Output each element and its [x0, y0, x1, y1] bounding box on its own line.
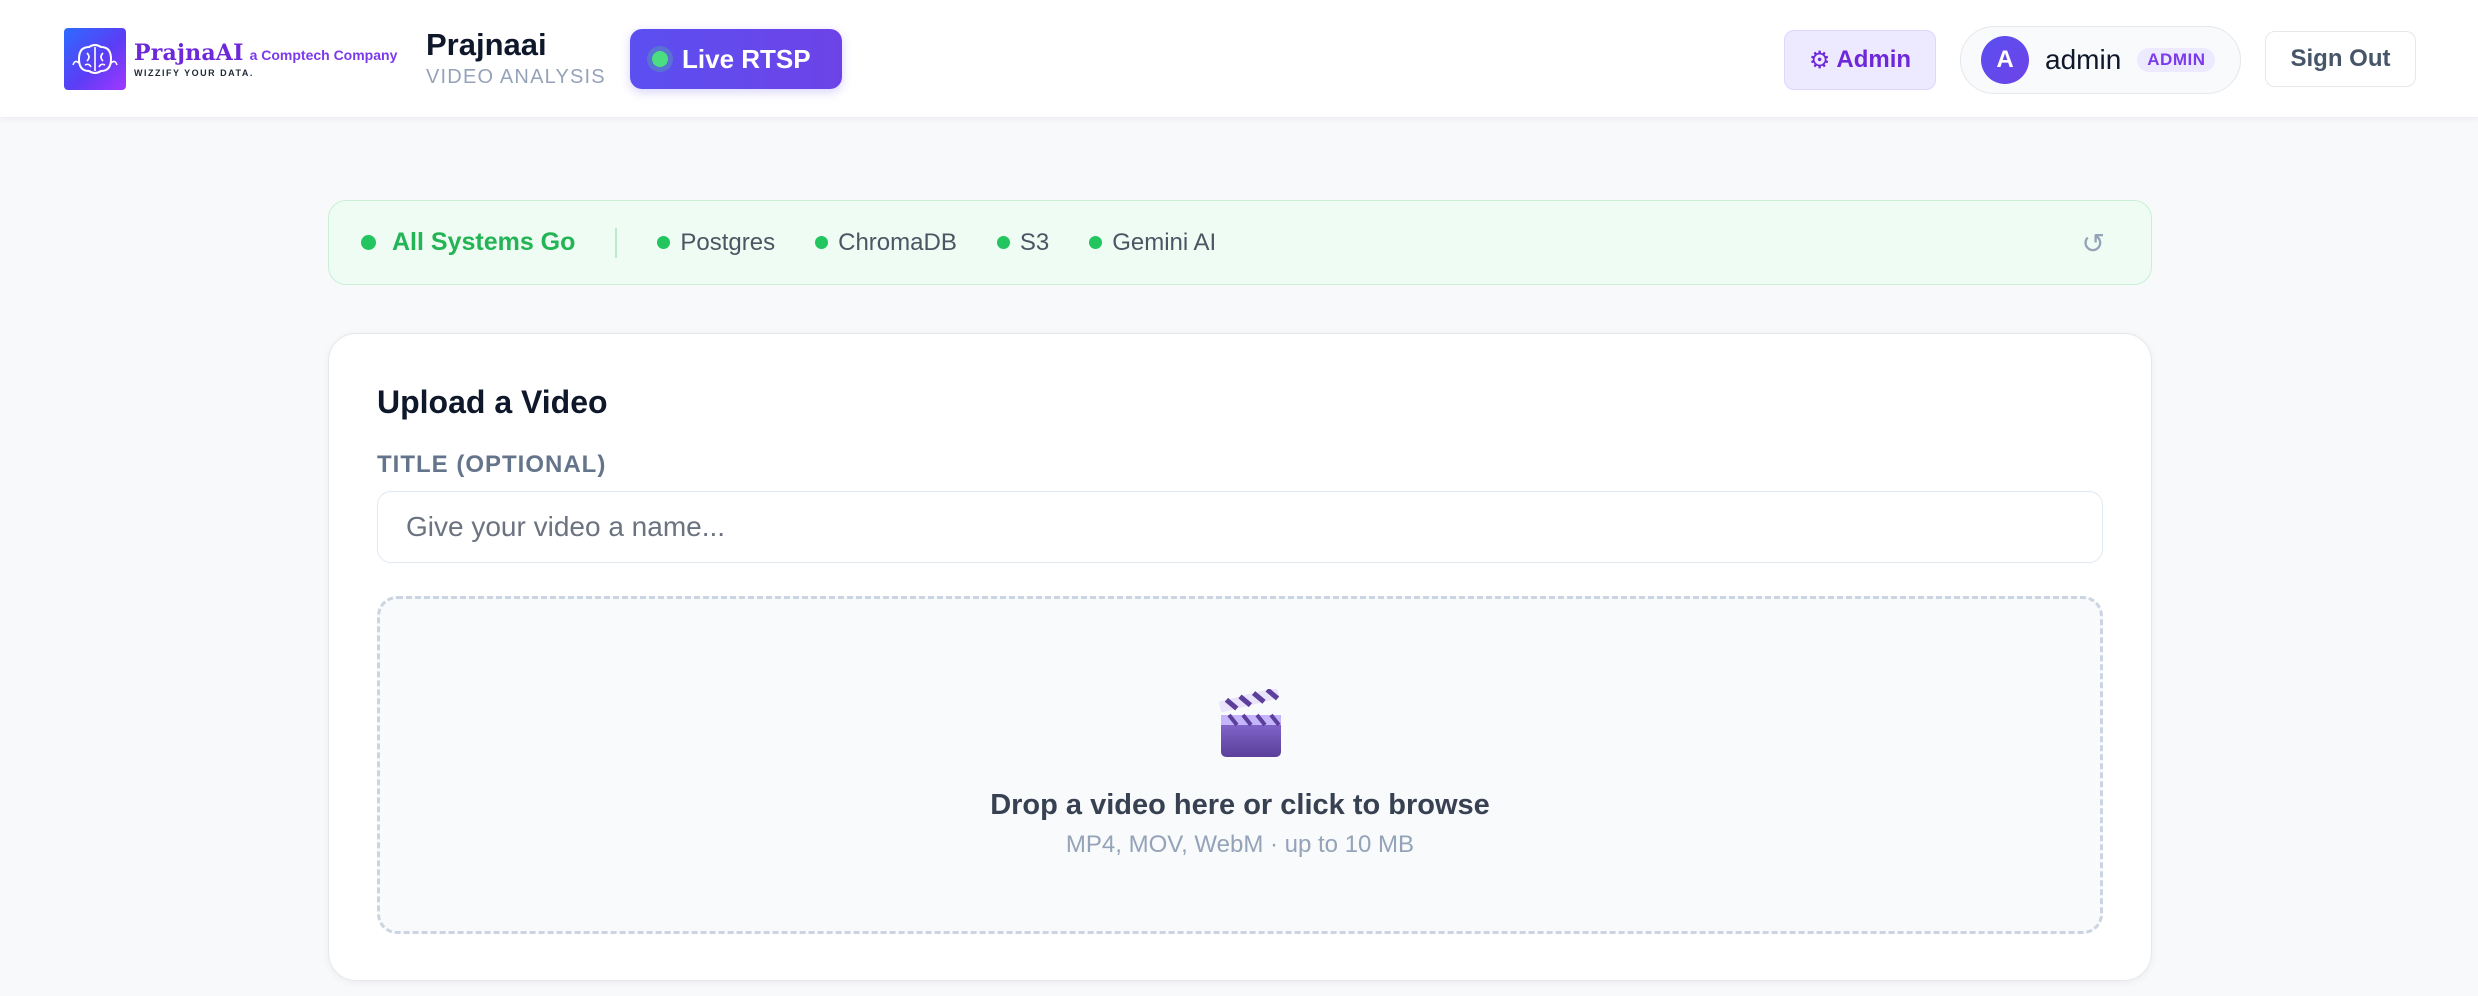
service-ok-icon — [657, 236, 671, 249]
brain-logo-icon — [64, 28, 126, 90]
brand-title: Prajnaai — [426, 27, 547, 62]
logo-tagline: WIZZIFY YOUR DATA. — [134, 68, 254, 78]
title-field-label: TITLE (OPTIONAL) — [377, 451, 607, 478]
sign-out-button[interactable]: Sign Out — [2265, 31, 2416, 87]
video-dropzone[interactable]: Drop a video here or click to browse MP4… — [377, 596, 2103, 934]
app-brand: Prajnaai VIDEO ANALYSIS — [426, 28, 606, 89]
logo-text: PrajnaAI a Comptech Company WIZZIFY YOUR… — [134, 40, 397, 78]
user-name: admin — [2045, 44, 2122, 75]
gear-icon: ⚙ — [1808, 46, 1831, 74]
service-gemini-ai: Gemini AI — [1089, 229, 1216, 257]
service-label: Postgres — [680, 228, 776, 256]
top-header: PrajnaAI a Comptech Company WIZZIFY YOUR… — [0, 0, 2478, 118]
service-s3: S3 — [996, 228, 1050, 257]
brand-subtitle: VIDEO ANALYSIS — [426, 66, 606, 88]
service-label: S3 — [1019, 228, 1050, 256]
clapperboard-icon — [1219, 687, 1283, 761]
service-label: Gemini AI — [1112, 228, 1217, 256]
service-ok-icon — [996, 236, 1010, 249]
role-badge: ADMIN — [2137, 48, 2216, 72]
live-rtsp-button[interactable]: Live RTSP — [630, 29, 842, 89]
prajnaai-logo[interactable]: PrajnaAI a Comptech Company WIZZIFY YOUR… — [64, 27, 404, 91]
dropzone-title: Drop a video here or click to browse — [990, 789, 1490, 821]
service-ok-icon — [815, 236, 829, 249]
refresh-icon[interactable]: ↺ — [2082, 227, 2105, 260]
admin-button-label: Admin — [1836, 46, 1912, 73]
upload-card: Upload a Video TITLE (OPTIONAL) Give you… — [328, 333, 2152, 981]
service-label: ChromaDB — [838, 228, 957, 256]
service-chromadb: ChromaDB — [815, 229, 957, 257]
live-rtsp-label: Live RTSP — [682, 43, 811, 74]
admin-button[interactable]: ⚙ Admin — [1784, 30, 1936, 90]
status-headline-label: All Systems Go — [392, 228, 576, 256]
upload-card-title: Upload a Video — [377, 384, 608, 420]
live-dot-icon — [652, 51, 668, 67]
dropzone-subtitle: MP4, MOV, WebM · up to 10 MB — [1065, 831, 1415, 858]
video-title-input[interactable] — [377, 491, 2103, 563]
status-divider — [615, 227, 618, 258]
logo-name: PrajnaAI — [134, 40, 244, 66]
service-postgres: Postgres — [657, 229, 775, 257]
logo-company: a Comptech Company — [249, 47, 398, 63]
status-headline: All Systems Go — [361, 228, 575, 257]
user-menu[interactable]: A admin ADMIN — [1960, 26, 2241, 94]
service-ok-icon — [1089, 236, 1103, 249]
status-ok-icon — [361, 235, 376, 250]
system-status-bar: All Systems Go Postgres ChromaDB S3 Gemi… — [328, 200, 2152, 285]
avatar: A — [1981, 36, 2029, 84]
